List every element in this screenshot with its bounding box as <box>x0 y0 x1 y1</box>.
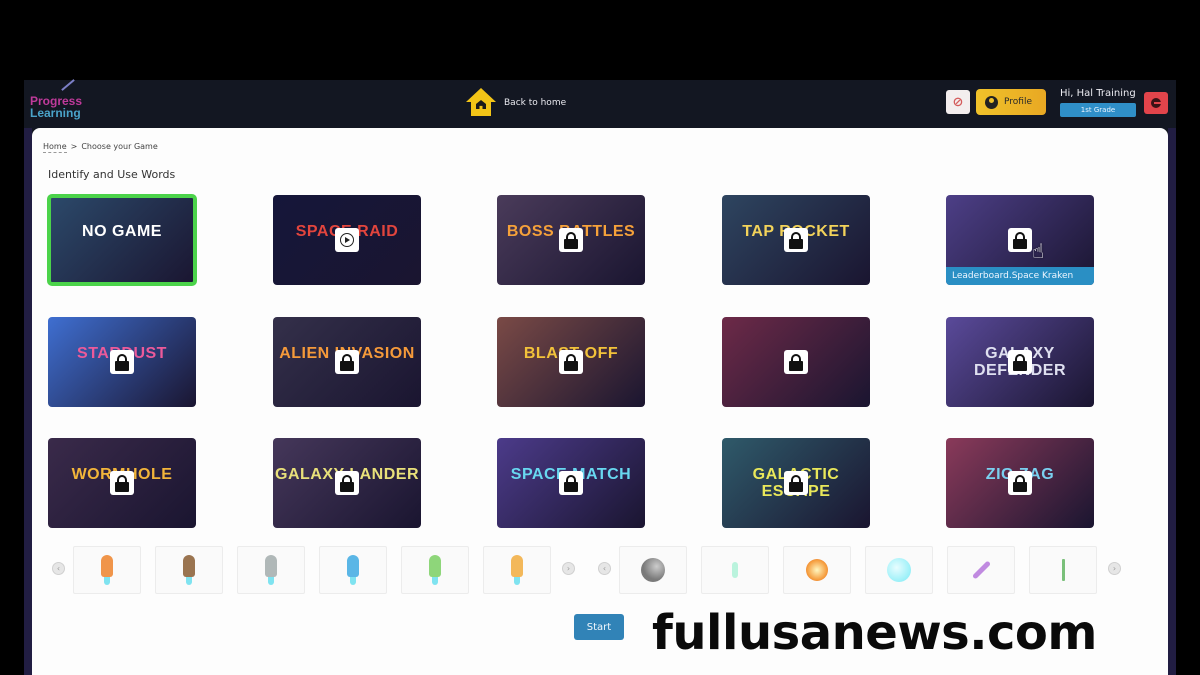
breadcrumb-current: Choose your Game <box>81 142 158 151</box>
projectile-option[interactable] <box>701 546 769 594</box>
bell-off-icon: ⊘ <box>952 94 964 110</box>
progress-learning-logo[interactable]: Progress Learning <box>30 79 100 124</box>
lock-icon <box>1008 471 1032 495</box>
logout-icon <box>1151 98 1161 108</box>
lock-icon <box>335 471 359 495</box>
profile-button[interactable]: Profile <box>976 89 1046 115</box>
game-card[interactable]: WORMHOLE <box>48 438 196 528</box>
back-to-home-label: Back to home <box>504 98 567 108</box>
logo-streak-icon <box>61 79 75 91</box>
projectile-prev-button[interactable]: ‹ <box>598 562 611 575</box>
lock-icon <box>335 350 359 374</box>
hand-cursor-icon: ☝ <box>1032 239 1045 263</box>
projectile-icon <box>641 558 665 582</box>
projectile-picker: ‹ › <box>598 546 1128 594</box>
rocket-icon <box>509 555 525 585</box>
logout-button[interactable] <box>1144 92 1168 114</box>
rocket-icon <box>99 555 115 585</box>
projectile-option[interactable] <box>865 546 933 594</box>
user-icon <box>985 95 998 109</box>
game-card[interactable]: BOSS BATTLES <box>497 195 645 285</box>
logo-text-line2: Learning <box>30 106 81 120</box>
projectile-icon <box>732 562 738 578</box>
lock-icon <box>110 350 134 374</box>
game-card[interactable]: STARDUST <box>48 317 196 407</box>
start-button[interactable]: Start <box>574 614 624 640</box>
game-card[interactable]: GALAXY DEFENDER <box>946 317 1094 407</box>
lock-icon <box>559 350 583 374</box>
game-card[interactable]: TAP ROCKET <box>722 195 870 285</box>
ship-option[interactable] <box>319 546 387 594</box>
grade-badge: 1st Grade <box>1060 103 1136 117</box>
game-card[interactable]: GALAXY LANDER <box>273 438 421 528</box>
leaderboard-tooltip[interactable]: Leaderboard.Space Kraken <box>946 267 1094 285</box>
projectile-option[interactable] <box>783 546 851 594</box>
home-icon <box>466 88 496 118</box>
breadcrumb-home-link[interactable]: Home <box>43 142 67 153</box>
ship-option[interactable] <box>483 546 551 594</box>
ship-option[interactable] <box>155 546 223 594</box>
projectile-icon <box>806 559 828 581</box>
projectile-icon <box>971 560 991 580</box>
user-greeting: Hi, Hal Training <box>1060 88 1136 99</box>
ship-option[interactable] <box>401 546 469 594</box>
watermark-text: fullusanews.com <box>652 605 1097 661</box>
rocket-icon <box>181 555 197 585</box>
lock-icon <box>110 471 134 495</box>
projectile-option[interactable] <box>947 546 1015 594</box>
back-to-home-button[interactable]: Back to home <box>466 86 566 120</box>
lock-icon <box>559 228 583 252</box>
game-card[interactable] <box>722 317 870 407</box>
game-selection-panel: Home > Choose your Game Identify and Use… <box>32 128 1168 675</box>
lock-icon <box>784 228 808 252</box>
window-edge <box>24 128 32 675</box>
window-edge <box>1168 128 1176 675</box>
lock-icon <box>1008 228 1032 252</box>
game-grid: NO GAME SPACE RAID BOSS BATTLES TAP ROCKET L… <box>47 194 1108 528</box>
rocket-icon <box>263 555 279 585</box>
profile-label: Profile <box>1004 97 1032 107</box>
projectile-option[interactable] <box>619 546 687 594</box>
game-card[interactable]: BLAST OFF <box>497 317 645 407</box>
game-card[interactable]: SPACE MATCH <box>497 438 645 528</box>
game-card[interactable]: NO GAME <box>47 194 197 286</box>
ship-option[interactable] <box>73 546 141 594</box>
projectile-icon <box>887 558 911 582</box>
ship-picker: ‹ › <box>52 546 575 594</box>
breadcrumb: Home > Choose your Game <box>43 142 158 153</box>
lock-icon <box>784 350 808 374</box>
game-card[interactable]: GALACTIC ESCAPE <box>722 438 870 528</box>
game-card[interactable]: SPACE RAID <box>273 195 421 285</box>
rocket-icon <box>427 555 443 585</box>
ship-next-button[interactable]: › <box>562 562 575 575</box>
projectile-option[interactable] <box>1029 546 1097 594</box>
breadcrumb-separator: > <box>70 142 78 151</box>
game-title: NO GAME <box>82 223 162 240</box>
ship-prev-button[interactable]: ‹ <box>52 562 65 575</box>
game-card[interactable]: ALIEN INVASION <box>273 317 421 407</box>
game-card[interactable]: Leaderboard.Space Kraken ☝ <box>946 195 1094 285</box>
top-header: Progress Learning Back to home ⊘ Profile… <box>24 79 1176 128</box>
lock-icon <box>559 471 583 495</box>
play-icon <box>335 228 359 252</box>
lock-icon <box>1008 350 1032 374</box>
page-title: Identify and Use Words <box>48 168 176 181</box>
rocket-icon <box>345 555 361 585</box>
projectile-icon <box>1061 559 1065 581</box>
projectile-next-button[interactable]: › <box>1108 562 1121 575</box>
game-card[interactable]: ZIG ZAG <box>946 438 1094 528</box>
notifications-muted-button[interactable]: ⊘ <box>946 90 970 114</box>
ship-option[interactable] <box>237 546 305 594</box>
lock-icon <box>784 471 808 495</box>
